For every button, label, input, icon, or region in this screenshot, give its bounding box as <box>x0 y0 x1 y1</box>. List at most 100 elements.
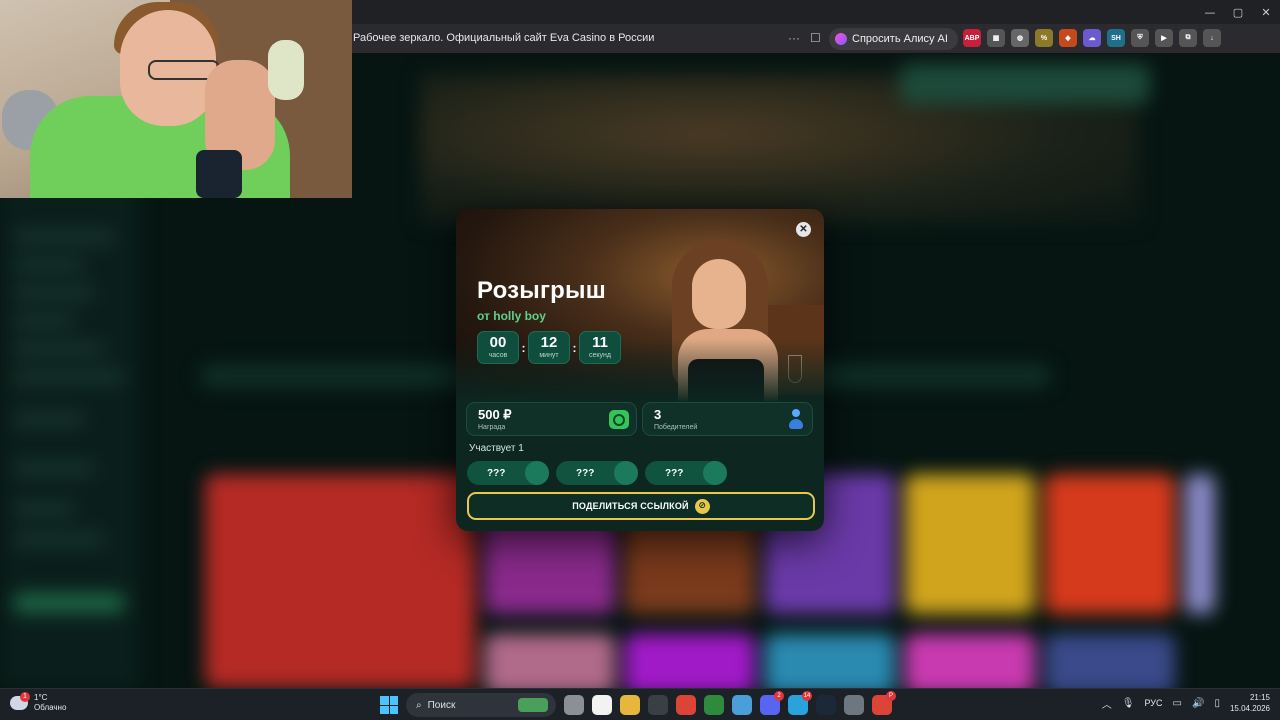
participant-slot: ??? <box>556 461 638 485</box>
clock[interactable]: 21:15 15.04.2026 <box>1230 692 1270 714</box>
fox-extension-icon[interactable]: ◆ <box>1059 29 1077 47</box>
weather-badge: 1 <box>20 692 30 702</box>
giveaway-modal: ✕ Розыгрыш от holly boy 00 часов : 12 ми… <box>456 209 824 531</box>
hero-woman-face <box>692 259 746 329</box>
share-link-button[interactable]: ПОДЕЛИТЬСЯ ССЫЛКОЙ ⊘ <box>467 492 815 520</box>
chrome-profile-icon[interactable]: P <box>872 691 896 715</box>
ask-alice-label: Спросить Алису AI <box>852 33 948 45</box>
slot-label: ??? <box>487 468 506 479</box>
taskbar-apps: ⌕ Поиск 2 14 P <box>380 691 896 717</box>
alice-icon <box>835 33 847 45</box>
webcam-speaker <box>196 150 242 198</box>
timer-seconds-label: секунд <box>589 352 611 359</box>
system-tray: ︿ 🎙 РУС ▭ 🔊 ▯ 21:15 15.04.2026 <box>1102 692 1270 714</box>
xbox-icon[interactable] <box>704 695 724 715</box>
media-extension-icon[interactable]: ▶ <box>1155 29 1173 47</box>
giveaway-host[interactable]: от holly boy <box>477 309 546 323</box>
timer-separator: : <box>521 340 526 355</box>
participant-slot: ??? <box>645 461 727 485</box>
windows-start-icon[interactable] <box>380 696 398 714</box>
obs-icon[interactable] <box>648 695 668 715</box>
participants-count: Участвует 1 <box>469 443 524 454</box>
file-explorer-gray-icon[interactable] <box>564 695 584 715</box>
download-extension-icon[interactable]: ↓ <box>1203 29 1221 47</box>
maximize-icon[interactable]: ▢ <box>1224 0 1252 24</box>
globe-extension-icon[interactable]: ◍ <box>1011 29 1029 47</box>
shield-extension-icon[interactable]: ⛨ <box>1131 29 1149 47</box>
address-actions: ··· ☐ <box>788 31 821 45</box>
qr-extension-icon[interactable]: ▦ <box>987 29 1005 47</box>
cloud-extension-icon[interactable]: ☁ <box>1083 29 1101 47</box>
close-modal-button[interactable]: ✕ <box>796 222 811 237</box>
sh-extension-icon[interactable]: SH <box>1107 29 1125 47</box>
timer-minutes-label: минут <box>539 352 559 359</box>
timer-hours-label: часов <box>488 352 508 359</box>
weather-desc: Облачно <box>34 703 67 712</box>
battery-icon[interactable]: ▯ <box>1214 698 1220 709</box>
search-highlight-art <box>518 698 548 712</box>
media-app-icon[interactable] <box>732 695 752 715</box>
prize-card: 500 ₽ Награда <box>466 402 637 436</box>
search-icon: ⌕ <box>416 699 422 711</box>
winners-label: Победителей <box>654 424 698 431</box>
yandex-browser-icon[interactable] <box>592 695 612 715</box>
notification-badge: 14 <box>802 691 812 701</box>
chrome-icon[interactable] <box>676 695 696 715</box>
windows-taskbar: 1 1°C Облачно ⌕ Поиск 2 14 P ︿ 🎙 РУС ▭ 🔊 ▯… <box>0 688 1280 720</box>
extensions-bar: ABP ▦ ◍% ◆ ☁ SH ⛨ ▶ ⧉ ↓ <box>963 29 1221 47</box>
weather-text: 1°C Облачно <box>34 693 66 713</box>
notification-badge: 2 <box>774 691 784 701</box>
abp-extension-icon[interactable]: ABP <box>963 29 981 47</box>
clock-date: 15.04.2026 <box>1229 704 1270 713</box>
countdown-timer: 00 часов : 12 минут : 11 секунд <box>477 331 621 364</box>
minimize-icon[interactable]: — <box>1196 0 1224 24</box>
winners-value: 3 <box>654 407 662 422</box>
clock-time: 21:15 <box>1249 693 1270 702</box>
volume-icon[interactable]: 🔊 <box>1192 698 1204 709</box>
puzzle-extension-icon[interactable]: ⧉ <box>1179 29 1197 47</box>
share-link-label: ПОДЕЛИТЬСЯ ССЫЛКОЙ <box>572 501 689 511</box>
person-icon <box>789 409 803 431</box>
participant-slot: ??? <box>467 461 549 485</box>
timer-minutes-value: 12 <box>540 334 558 351</box>
notification-badge: P <box>886 691 896 701</box>
bookmark-icon[interactable]: ☐ <box>810 31 821 45</box>
giveaway-info-cards: 500 ₽ Награда 3 Победителей <box>466 402 813 436</box>
timer-hours-value: 00 <box>489 334 507 351</box>
weather-temp: 1°C <box>34 693 48 702</box>
page-title[interactable]: Рабочее зеркало. Официальный сайт Eva Ca… <box>353 32 654 44</box>
telegram-icon[interactable]: 14 <box>788 691 812 715</box>
cloud-icon: 1 <box>10 692 30 710</box>
network-icon[interactable]: ▭ <box>1173 698 1182 709</box>
microphone-icon[interactable]: 🎙 <box>1122 698 1135 709</box>
more-icon[interactable]: ··· <box>788 31 800 45</box>
giveaway-title: Розыгрыш <box>477 277 606 304</box>
timer-minutes: 12 минут <box>528 331 570 364</box>
participant-slots: ??? ??? ??? <box>467 461 727 485</box>
weather-widget[interactable]: 1 1°C Облачно <box>10 692 66 713</box>
webcam-toy <box>268 40 304 100</box>
webcam-overlay <box>0 0 352 198</box>
link-icon: ⊘ <box>694 498 710 514</box>
slot-label: ??? <box>665 468 684 479</box>
folder-icon[interactable] <box>620 695 640 715</box>
winners-card: 3 Победителей <box>642 402 813 436</box>
prize-value: 500 ₽ <box>478 407 512 422</box>
slot-label: ??? <box>576 468 595 479</box>
cash-icon <box>609 410 629 429</box>
discord-icon[interactable]: 2 <box>760 691 784 715</box>
tray-chevron-icon[interactable]: ︿ <box>1102 696 1112 711</box>
search-placeholder: Поиск <box>427 699 456 711</box>
timer-hours: 00 часов <box>477 331 519 364</box>
close-window-icon[interactable]: ✕ <box>1252 0 1280 24</box>
ask-alice-button[interactable]: Спросить Алису AI <box>829 28 958 50</box>
prize-label: Награда <box>478 424 506 431</box>
language-indicator[interactable]: РУС <box>1145 698 1163 708</box>
taskbar-search[interactable]: ⌕ Поиск <box>406 693 556 717</box>
window-controls: — ▢ ✕ <box>1196 0 1280 24</box>
timer-seconds: 11 секунд <box>579 331 621 364</box>
timer-separator: : <box>572 340 577 355</box>
settings-icon[interactable] <box>844 695 864 715</box>
percent-extension-icon[interactable]: % <box>1035 29 1053 47</box>
steam-icon[interactable] <box>816 695 836 715</box>
